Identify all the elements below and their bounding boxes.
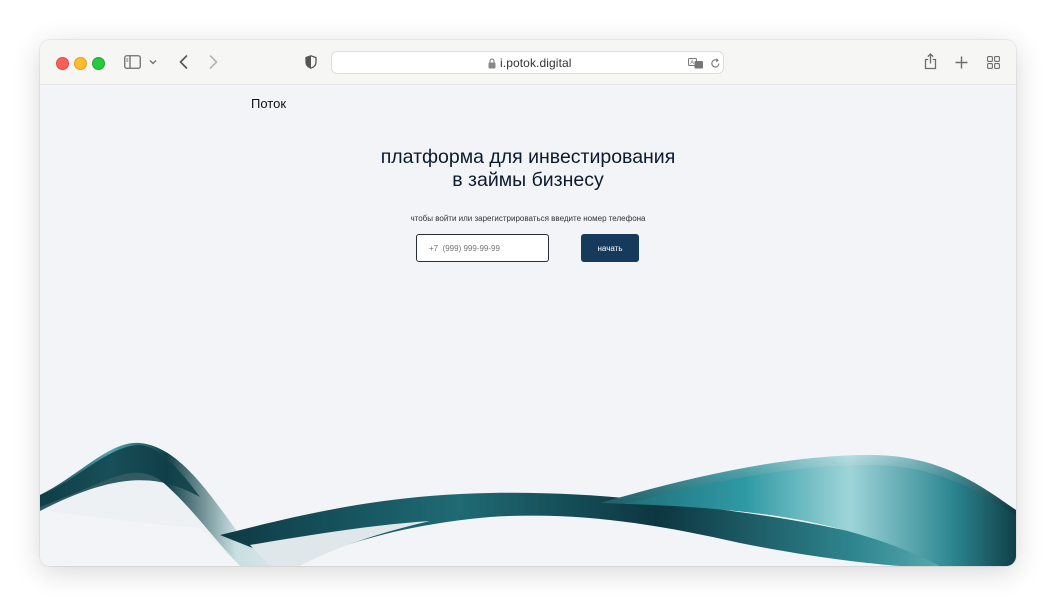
headline-line-1: платформа для инвестирования xyxy=(380,146,676,168)
headline-line-2: в займы бизнесу xyxy=(452,169,604,191)
decorative-ribbon xyxy=(40,442,1016,566)
url-text: i.potok.digital xyxy=(500,56,572,70)
close-window-button[interactable] xyxy=(56,57,69,70)
address-bar[interactable]: i.potok.digital A xyxy=(331,51,724,74)
browser-window: i.potok.digital A Поток платформа для ин… xyxy=(40,40,1016,566)
web-page: Поток платформа для инвестирования в зай… xyxy=(40,85,1016,566)
tab-overview-icon[interactable] xyxy=(986,55,1000,69)
sidebar-icon[interactable] xyxy=(123,54,141,70)
lock-icon xyxy=(487,57,496,69)
site-logo[interactable]: Поток xyxy=(251,96,286,111)
start-button[interactable]: начать xyxy=(581,234,639,262)
share-icon[interactable] xyxy=(923,52,937,70)
zoom-window-button[interactable] xyxy=(92,57,105,70)
plus-icon[interactable] xyxy=(954,55,968,69)
login-hint: чтобы войти или зарегистрироваться введи… xyxy=(410,214,646,223)
svg-text:A: A xyxy=(690,60,694,66)
forward-icon[interactable] xyxy=(206,54,220,70)
chevron-down-icon[interactable] xyxy=(148,57,158,67)
reload-icon[interactable] xyxy=(709,57,721,69)
translate-icon[interactable]: A xyxy=(688,57,704,69)
phone-input[interactable] xyxy=(416,234,549,262)
shield-icon[interactable] xyxy=(304,54,318,70)
browser-toolbar: i.potok.digital A xyxy=(40,40,1016,85)
back-icon[interactable] xyxy=(176,54,190,70)
minimize-window-button[interactable] xyxy=(74,57,87,70)
page-headline: платформа для инвестирования в займы биз… xyxy=(40,146,1016,192)
